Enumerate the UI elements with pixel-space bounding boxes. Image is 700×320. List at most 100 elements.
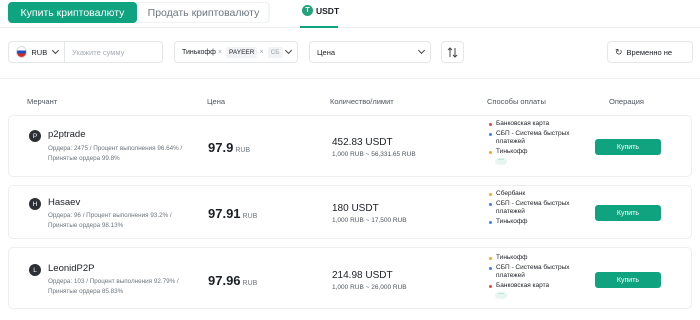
sort-order-button[interactable] (441, 41, 464, 63)
status-dot (489, 150, 492, 154)
status-dot (489, 256, 492, 260)
payment-method: Тинькофф (489, 148, 581, 156)
payment-method: Банковская карта (489, 282, 581, 290)
status-dot (489, 132, 492, 136)
merchant-stats-line: Принятые ордера 98.13% (48, 222, 124, 229)
status-dot (489, 202, 492, 206)
currency-select[interactable]: RUB (31, 48, 47, 57)
payment-method: СБП - Система быстрых платежей (489, 130, 581, 146)
header-quantity: Количество/лимит (330, 97, 394, 106)
payment-method-label: СБП - Система быстрых платежей (496, 200, 570, 215)
status-dot (489, 192, 492, 196)
buy-button[interactable]: Купить (595, 139, 661, 155)
trade-direction-tabs: Купить криптовалюту Продать криптовалюту (8, 2, 270, 23)
order-limit: 1,000 RUB ~ 26,000 RUB (332, 284, 407, 291)
payment-method-label: Сбербанк (496, 190, 526, 197)
price-currency: RUB (235, 147, 251, 154)
payment-method-label: Банковская карта (496, 120, 550, 127)
payment-chip-label: СБ (267, 46, 283, 58)
header-operation: Операция (609, 97, 644, 106)
merchant-stats-line: Принятые ордера 85.83% (48, 288, 124, 295)
price-number: 97.96 (208, 273, 241, 288)
avatar: H (29, 198, 41, 210)
refresh-icon: ↻ (615, 46, 623, 57)
merchant-stats-line: Ордера: 96 / Процент выполнения 93.2% / (48, 212, 172, 219)
tab-sell-crypto[interactable]: Продать криптовалюту (139, 3, 268, 22)
merchant-name[interactable]: p2ptrade (48, 129, 86, 140)
payment-method-label: СБП - Система быстрых платежей (496, 264, 570, 279)
chevron-down-icon (417, 46, 426, 55)
order-limit: 1,000 RUB ~ 17,500 RUB (332, 217, 407, 224)
chevron-down-icon[interactable] (52, 47, 60, 54)
payment-method: Тинькофф (489, 218, 581, 226)
avatar: P (29, 130, 41, 142)
price-select-label: Цена (317, 47, 336, 57)
payment-method: Тинькофф (489, 254, 581, 262)
available-quantity: 452.83 USDT (332, 137, 393, 148)
amount-input[interactable] (72, 47, 162, 57)
price-sort-select[interactable]: Цена (309, 41, 431, 63)
avatar: L (29, 264, 41, 276)
order-limit: 1,000 RUB ~ 56,331.65 RUB (332, 151, 416, 158)
payment-method: Банковская карта (489, 120, 581, 128)
divider (0, 78, 700, 79)
payment-method-select[interactable]: Тинькофф × PAYEER × СБ (174, 41, 298, 63)
payment-method: Сбербанк (489, 190, 581, 198)
header-merchant: Мерчант (27, 97, 58, 106)
refresh-interval-label: Временно не (626, 47, 673, 57)
table-row: H Hasaev Ордера: 96 / Процент выполнения… (8, 185, 692, 239)
tether-icon: T (302, 5, 313, 16)
payment-method-label: Банковская карта (496, 282, 550, 289)
payment-method-label: СБП - Система быстрых платежей (496, 130, 570, 145)
table-row: L LeonidP2P Ордера: 103 / Процент выполн… (8, 247, 692, 309)
payment-methods-list: Сбербанк СБП - Система быстрых платежей … (489, 190, 581, 228)
auto-refresh-select[interactable]: ↻ Временно не (607, 41, 693, 63)
payment-method-label: Тинькофф (496, 148, 528, 155)
header-price: Цена (207, 97, 226, 106)
remove-chip-icon[interactable]: × (218, 49, 222, 56)
price-value: 97.96 RUB (208, 273, 257, 288)
price-value: 97.91 RUB (208, 206, 257, 221)
tab-asset-usdt[interactable]: T USDT (302, 5, 339, 16)
merchant-stats: Ордера: 2475 / Процент выполнения 96.64%… (48, 144, 213, 164)
amount-field-wrap (64, 41, 162, 63)
price-number: 97.9 (208, 140, 234, 155)
merchant-stats-line: Принятые ордера 99.8% (48, 155, 120, 162)
chevron-down-icon[interactable] (284, 46, 293, 55)
tab-buy-crypto[interactable]: Купить криптовалюту (8, 2, 137, 23)
more-methods-button[interactable]: ··· (495, 157, 507, 165)
merchant-name[interactable]: LeonidP2P (48, 263, 94, 274)
price-number: 97.91 (208, 206, 241, 221)
payment-methods-list: Банковская карта СБП - Система быстрых п… (489, 120, 581, 165)
more-methods-button[interactable]: ··· (495, 291, 507, 299)
table-row: P p2ptrade Ордера: 2475 / Процент выполн… (8, 115, 692, 177)
russia-flag-icon (16, 46, 28, 58)
payment-method: СБП - Система быстрых платежей (489, 264, 581, 280)
available-quantity: 180 USDT (332, 203, 379, 214)
price-currency: RUB (242, 213, 258, 220)
remove-chip-icon[interactable]: × (259, 49, 263, 56)
buy-button[interactable]: Купить (595, 205, 661, 221)
merchant-name[interactable]: Hasaev (48, 197, 80, 208)
asset-label: USDT (316, 5, 340, 16)
merchant-stats-line: Ордера: 2475 / Процент выполнения 96.64%… (48, 145, 183, 152)
amount-filter: RUB (8, 41, 163, 63)
merchant-stats-line: Ордера: 103 / Процент выполнения 92.79% … (48, 278, 179, 285)
payment-method-label: Тинькофф (496, 218, 528, 225)
active-tab-indicator (300, 26, 338, 28)
buy-button[interactable]: Купить (595, 272, 661, 288)
payment-chip-label: PAYEER (226, 46, 258, 58)
payment-methods-list: Тинькофф СБП - Система быстрых платежей … (489, 254, 581, 299)
status-dot (489, 220, 492, 224)
payment-method-label: Тинькофф (496, 254, 528, 261)
sort-icon (447, 46, 458, 58)
header-payment-methods: Способы оплаты (487, 97, 546, 106)
available-quantity: 214.98 USDT (332, 270, 393, 281)
status-dot (489, 266, 492, 270)
status-dot (489, 284, 492, 288)
status-dot (489, 122, 492, 126)
price-value: 97.9 RUB (208, 140, 250, 155)
price-currency: RUB (242, 280, 258, 287)
payment-chip-label: Тинькофф (182, 48, 216, 56)
merchant-stats: Ордера: 96 / Процент выполнения 93.2% / … (48, 211, 213, 231)
